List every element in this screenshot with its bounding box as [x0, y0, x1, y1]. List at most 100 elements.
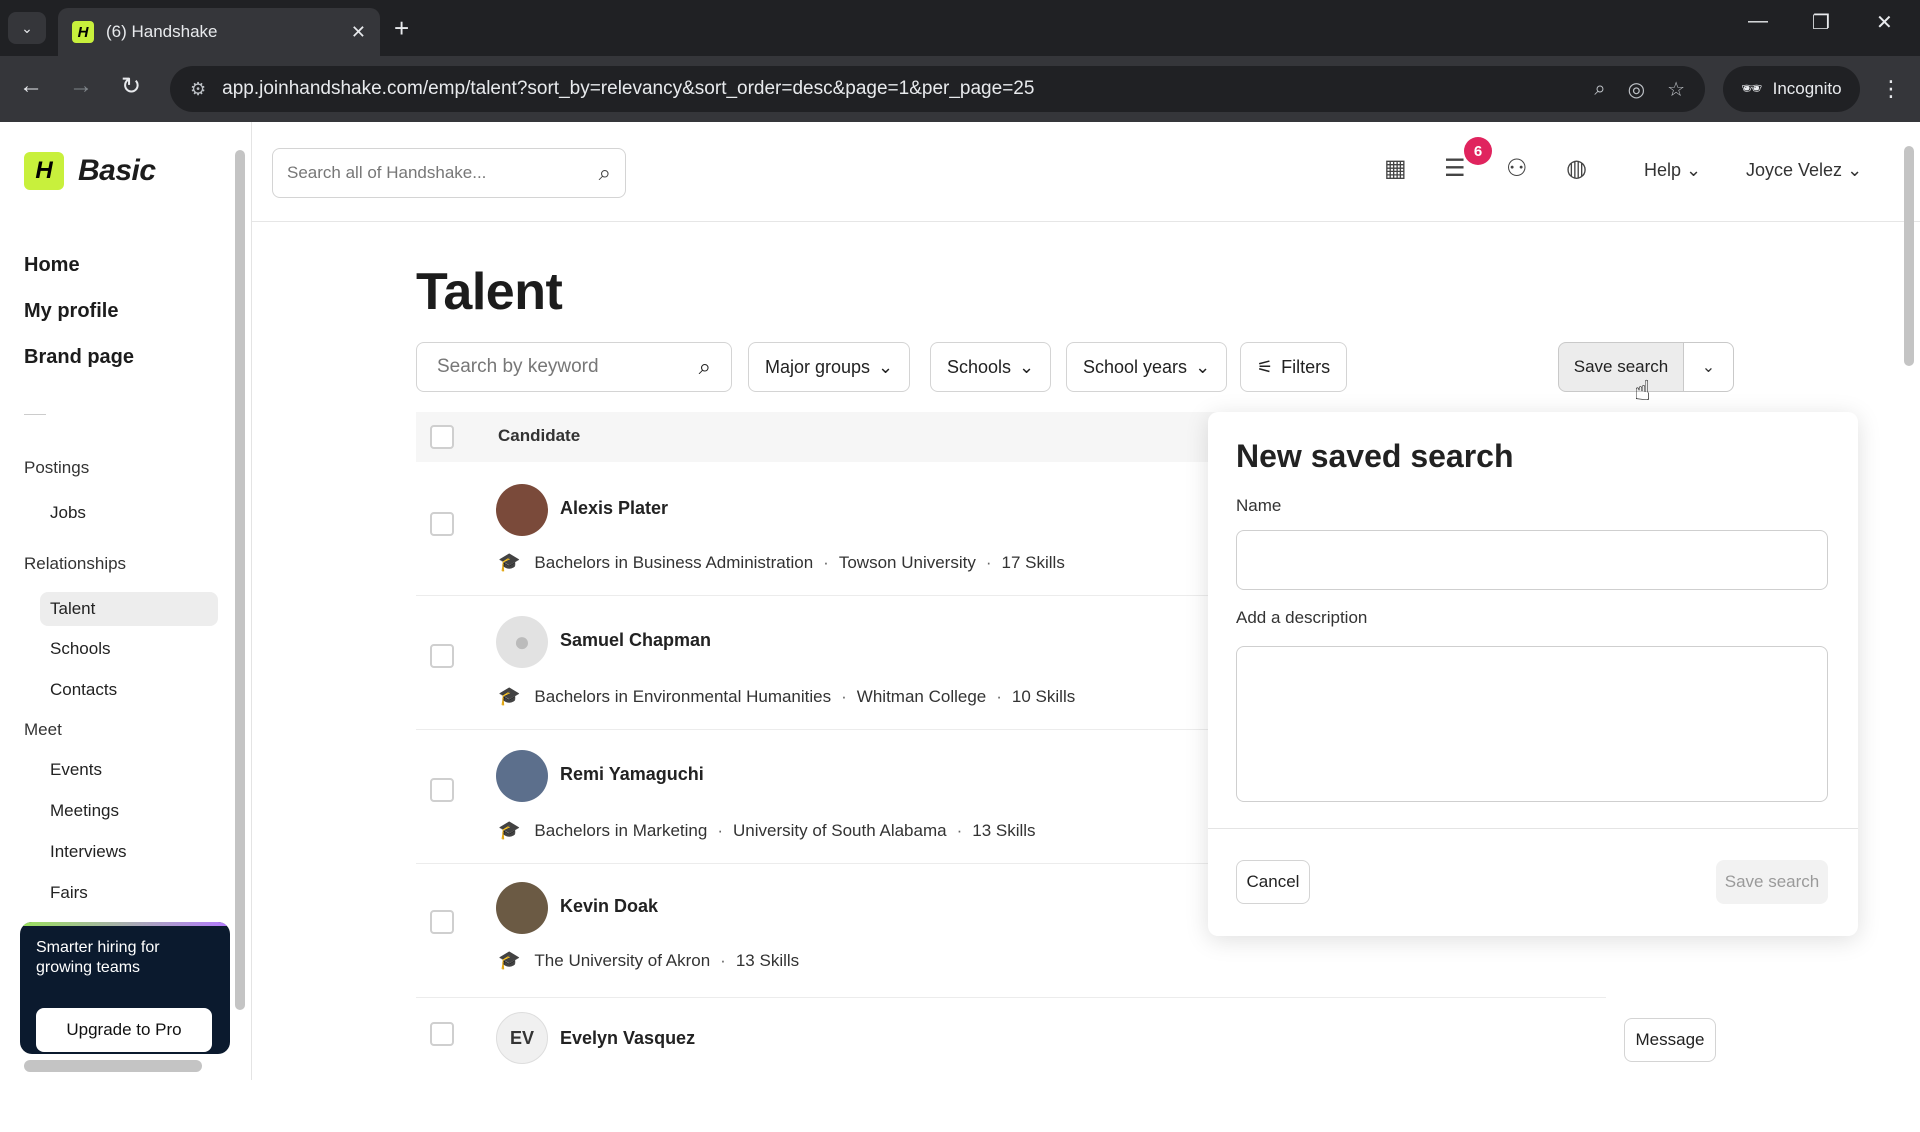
sidebar-main-nav: Home My profile Brand page — [24, 254, 134, 392]
saved-search-name-field[interactable] — [1236, 530, 1828, 590]
keyword-search-input[interactable]: Search by keyword ⌕ — [416, 342, 732, 392]
tab-list-button[interactable]: ⌄ — [8, 12, 46, 44]
save-search-submit-button[interactable]: Save search — [1716, 860, 1828, 904]
person-icon[interactable]: ⚇ — [1506, 154, 1528, 183]
new-tab-icon[interactable]: + — [394, 12, 409, 44]
forward-icon[interactable]: → — [64, 72, 98, 100]
chevron-down-icon: ⌄ — [1701, 359, 1716, 376]
chevron-down-icon: ⌄ — [1019, 356, 1035, 377]
graduation-cap-icon: 🎓 — [498, 950, 521, 970]
sidebar-divider — [24, 414, 46, 415]
row-checkbox[interactable] — [430, 512, 454, 536]
page-scrollbar[interactable] — [1902, 122, 1916, 1080]
calendar-icon[interactable]: ▦ — [1384, 154, 1407, 183]
message-button[interactable]: Message — [1624, 1018, 1716, 1062]
plan-tier: Basic — [78, 154, 156, 187]
chevron-down-icon: ⌄ — [1195, 356, 1211, 377]
candidate-degree: Bachelors in Marketing — [534, 820, 708, 840]
sidebar-item-fairs[interactable]: Fairs — [40, 876, 218, 910]
address-bar[interactable]: ⚙ app.joinhandshake.com/emp/talent?sort_… — [170, 66, 1705, 112]
table-row[interactable]: EV Evelyn Vasquez — [416, 998, 1606, 1132]
brand[interactable]: H Basic — [24, 152, 156, 190]
incognito-indicator[interactable]: 🕶 Incognito — [1723, 66, 1860, 112]
save-search-button[interactable]: Save search — [1558, 342, 1684, 392]
sidebar-item-jobs[interactable]: Jobs — [40, 496, 218, 530]
sidebar-item-my-profile[interactable]: My profile — [24, 300, 134, 346]
name-label: Name — [1236, 496, 1282, 515]
sidebar-item-contacts[interactable]: Contacts — [40, 673, 218, 707]
help-label: Help — [1644, 160, 1682, 180]
tracking-eye-off-icon[interactable]: ◎ — [1628, 77, 1645, 102]
schools-filter[interactable]: Schools ⌄ — [930, 342, 1052, 392]
candidate-name[interactable]: Samuel Chapman — [560, 630, 711, 651]
mouse-pointer-icon: ☝ — [1634, 375, 1652, 406]
sidebar-item-brand-page[interactable]: Brand page — [24, 346, 134, 392]
save-search-dropdown[interactable]: ⌄ — [1684, 342, 1734, 392]
search-icon[interactable]: ⌕ — [599, 160, 611, 186]
reload-icon[interactable]: ↻ — [114, 72, 148, 101]
top-header: Search all of Handshake... ⌕ ▦ ☰ 6 ⚇ ◍ H… — [252, 122, 1920, 222]
sidebar-item-meetings[interactable]: Meetings — [40, 794, 218, 828]
promo-text: Smarter hiring for growing teams — [36, 939, 160, 976]
browser-tab[interactable]: H (6) Handshake ✕ — [58, 8, 380, 56]
global-search-input[interactable]: Search all of Handshake... ⌕ — [272, 148, 626, 198]
upgrade-to-pro-button[interactable]: Upgrade to Pro — [36, 1008, 212, 1052]
major-groups-filter[interactable]: Major groups ⌄ — [748, 342, 911, 392]
minimize-icon[interactable]: — — [1748, 10, 1768, 33]
browser-menu-icon[interactable]: ⋮ — [1880, 76, 1902, 102]
sidebar-item-home[interactable]: Home — [24, 254, 134, 300]
zoom-icon[interactable]: ⌕ — [1594, 78, 1605, 101]
candidate-degree: Bachelors in Business Administration — [534, 552, 814, 572]
help-menu[interactable]: Help ⌄ — [1644, 160, 1701, 181]
incognito-label: Incognito — [1772, 79, 1842, 98]
avatar-initials[interactable]: EV — [496, 1012, 548, 1064]
candidate-name[interactable]: Remi Yamaguchi — [560, 764, 704, 785]
messages-icon[interactable]: ☰ — [1444, 154, 1466, 183]
candidate-degree: Bachelors in Environmental Humanities — [534, 686, 832, 706]
page-title: Talent — [416, 263, 563, 321]
search-icon[interactable]: ⌕ — [699, 354, 711, 380]
user-menu[interactable]: Joyce Velez ⌄ — [1746, 160, 1862, 181]
row-checkbox[interactable] — [430, 910, 454, 934]
site-settings-icon[interactable]: ⚙ — [190, 79, 206, 100]
back-icon[interactable]: ← — [14, 72, 48, 100]
sidebar-item-events[interactable]: Events — [40, 753, 218, 787]
new-saved-search-popover: New saved search Name Add a description … — [1208, 412, 1858, 936]
avatar[interactable] — [496, 484, 548, 536]
graduation-cap-icon: 🎓 — [498, 820, 521, 840]
close-tab-icon[interactable]: ✕ — [351, 22, 366, 43]
handshake-favicon-icon: H — [72, 21, 94, 43]
candidate-meta: 🎓 Bachelors in Business Administration ·… — [498, 552, 1065, 572]
saved-search-description-field[interactable] — [1236, 646, 1828, 802]
avatar[interactable] — [496, 750, 548, 802]
popover-divider — [1208, 828, 1858, 829]
row-checkbox[interactable] — [430, 644, 454, 668]
avatar[interactable] — [496, 882, 548, 934]
row-checkbox[interactable] — [430, 778, 454, 802]
bookmark-star-icon[interactable]: ☆ — [1667, 77, 1685, 102]
window-close-icon[interactable]: ✕ — [1876, 10, 1893, 35]
sliders-icon: ⚟ — [1257, 356, 1274, 377]
sidebar-item-talent[interactable]: Talent — [40, 592, 218, 626]
avatar-placeholder[interactable]: ● — [496, 616, 548, 668]
filters-button[interactable]: ⚟ Filters — [1240, 342, 1348, 392]
popover-title: New saved search — [1236, 438, 1514, 474]
sidebar-horizontal-scrollbar[interactable] — [24, 1060, 202, 1072]
row-checkbox[interactable] — [430, 1022, 454, 1046]
candidate-name[interactable]: Kevin Doak — [560, 896, 658, 917]
candidate-name[interactable]: Alexis Plater — [560, 498, 668, 519]
candidate-skills: 17 Skills — [1001, 552, 1065, 572]
cancel-button[interactable]: Cancel — [1236, 860, 1310, 904]
sidebar-item-schools[interactable]: Schools — [40, 632, 218, 666]
restore-icon[interactable]: ❐ — [1812, 10, 1830, 35]
candidate-meta: 🎓 Bachelors in Marketing · University of… — [498, 820, 1036, 840]
candidate-name[interactable]: Evelyn Vasquez — [560, 1028, 695, 1049]
school-years-filter[interactable]: School years ⌄ — [1066, 342, 1228, 392]
select-all-checkbox[interactable] — [430, 425, 454, 449]
globe-icon[interactable]: ◍ — [1566, 154, 1587, 183]
sidebar-item-interviews[interactable]: Interviews — [40, 835, 218, 869]
browser-toolbar: ← → ↻ ⚙ app.joinhandshake.com/emp/talent… — [0, 56, 1920, 122]
section-postings: Postings — [24, 458, 90, 477]
handshake-logo: H — [24, 152, 64, 190]
sidebar-scrollbar[interactable] — [234, 130, 246, 1030]
